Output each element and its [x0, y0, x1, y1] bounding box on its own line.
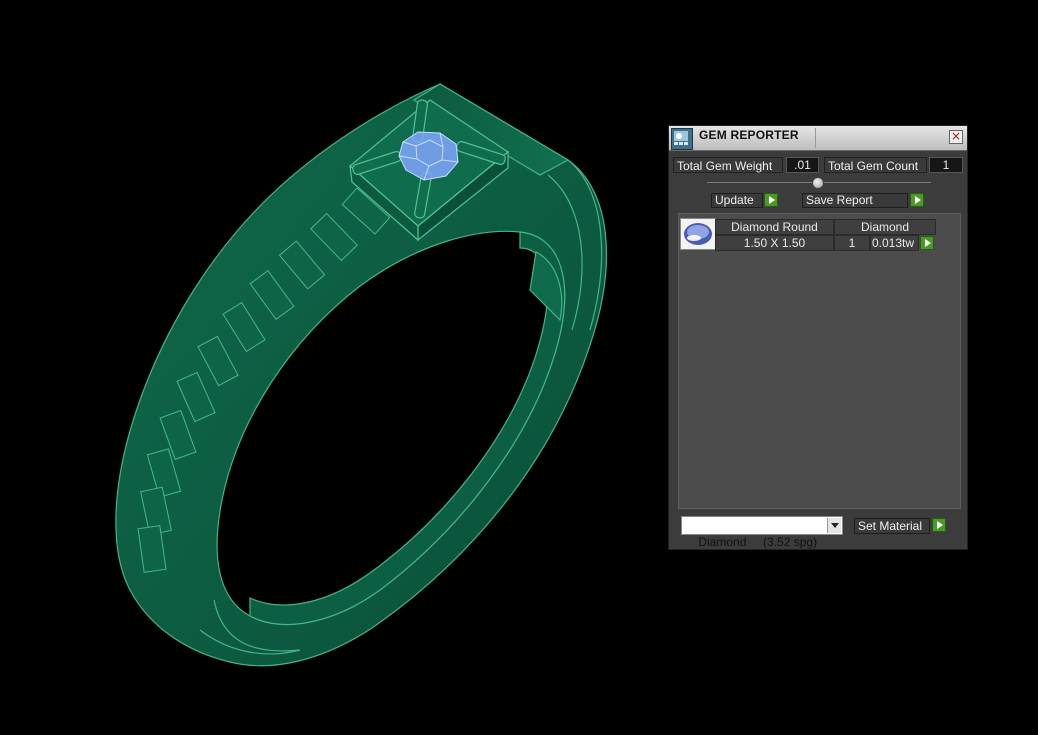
gem-reporter-icon — [671, 128, 693, 150]
update-arrow-icon[interactable] — [764, 193, 778, 207]
gem-reporter-panel: GEM REPORTER × Total Gem Weight .01 Tota… — [668, 125, 968, 550]
gem-thumbnail[interactable] — [680, 218, 716, 250]
material-select-value: Diamond (3.52 spg) — [698, 535, 818, 549]
total-gem-weight-value[interactable]: .01 — [786, 157, 819, 173]
gem-count-cell: 1 — [834, 235, 870, 251]
total-gem-weight-label: Total Gem Weight — [673, 157, 783, 173]
gem-weight-cell: 0.013tw — [870, 235, 919, 251]
gem-reporter-titlebar[interactable]: GEM REPORTER × — [669, 126, 967, 151]
gem-row-arrow-icon[interactable] — [920, 236, 934, 250]
gem-material-cell: Diamond — [834, 219, 936, 235]
total-gem-count-value[interactable]: 1 — [929, 157, 963, 173]
panel-title: GEM REPORTER — [699, 128, 799, 142]
gem-size-cell: 1.50 X 1.50 — [715, 235, 834, 251]
gem-list: Diamond Round Diamond 1.50 X 1.50 1 0.01… — [678, 213, 961, 509]
title-divider — [815, 128, 816, 148]
set-material-button[interactable]: Set Material — [854, 518, 930, 534]
close-icon[interactable]: × — [949, 130, 963, 144]
set-material-arrow-icon[interactable] — [932, 518, 946, 532]
update-button[interactable]: Update — [711, 193, 763, 208]
save-report-arrow-icon[interactable] — [910, 193, 924, 207]
gem-name-cell: Diamond Round — [715, 219, 834, 235]
chevron-down-icon[interactable] — [827, 518, 841, 533]
slider-handle[interactable] — [812, 177, 824, 189]
total-gem-count-label: Total Gem Count — [824, 157, 927, 173]
material-select[interactable]: Diamond (3.52 spg) — [681, 516, 843, 549]
save-report-button[interactable]: Save Report — [802, 193, 908, 208]
